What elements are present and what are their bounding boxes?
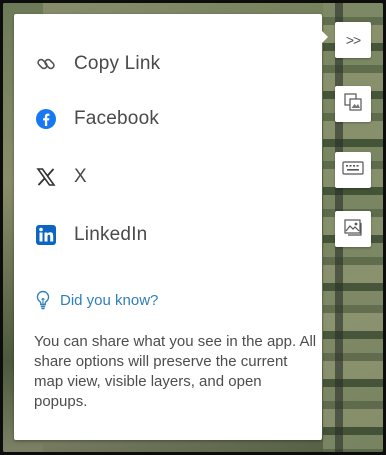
keyboard-button[interactable] [335,152,371,188]
basemap-gallery-icon [343,92,363,117]
facebook-icon [34,107,58,131]
facebook-option[interactable]: Facebook [34,103,294,135]
basemap-gallery-button[interactable] [335,86,371,122]
collapse-button[interactable]: >> [335,22,371,58]
did-you-know-link[interactable]: Did you know? [34,290,158,310]
x-label: X [74,166,87,187]
image-button[interactable] [335,211,371,247]
linkedin-icon [34,223,58,247]
collapse-icon: >> [345,32,361,48]
copy-link-label: Copy Link [74,53,161,74]
image-icon [343,217,363,242]
linkedin-label: LinkedIn [74,224,148,245]
panel-pointer [321,30,328,44]
lightbulb-icon [34,290,52,310]
keyboard-icon [342,160,364,181]
copy-link-option[interactable]: Copy Link [34,48,294,80]
facebook-label: Facebook [74,108,160,129]
share-panel: Copy Link Facebook X LinkedIn Did you kn… [14,14,322,440]
linkedin-option[interactable]: LinkedIn [34,219,294,251]
link-icon [34,52,58,76]
x-logo-icon [34,165,58,189]
share-description: You can share what you see in the app. A… [34,333,317,410]
x-option[interactable]: X [34,161,294,193]
did-you-know-label: Did you know? [60,291,159,309]
